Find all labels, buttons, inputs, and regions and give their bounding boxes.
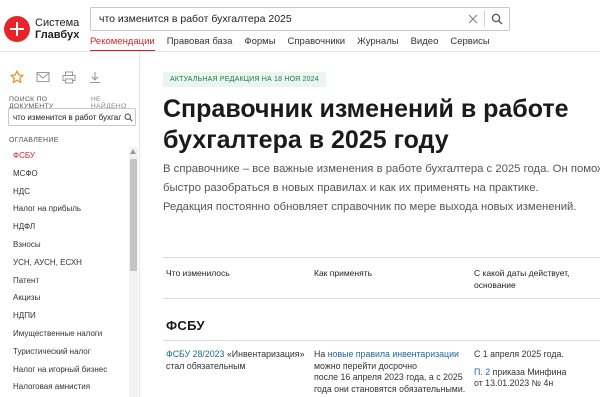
toc-item-property-taxes[interactable]: Имущественные налоги — [0, 325, 128, 343]
document-search: что изменится в работ бухгалте — [8, 108, 136, 126]
logo-text: Система Главбух — [35, 17, 79, 41]
nav-services[interactable]: Сервисы — [450, 36, 489, 52]
cell-what-text-2: стал обязательным — [166, 360, 246, 371]
scroll-thumb[interactable] — [130, 159, 137, 271]
toc-item-patent[interactable]: Патент — [0, 272, 128, 290]
new-inventory-rules-link[interactable]: новые правила инвентаризации — [328, 349, 459, 359]
nav-forms[interactable]: Формы — [244, 36, 275, 52]
lead-line-3: Редакция постоянно обновляет справочник … — [163, 201, 577, 213]
toc-item-gambling-tax[interactable]: Налог на игорный бизнес — [0, 361, 128, 379]
lead-line-2: быстро разобраться в новых правилах и ка… — [163, 182, 539, 194]
cell-date-text-1: С 1 апреля 2025 года. — [474, 349, 564, 359]
lead-paragraph: В справочнике – все важные изменения в р… — [163, 160, 600, 217]
cell-how-prefix: На — [314, 349, 328, 359]
toc-scrollbar[interactable] — [129, 147, 138, 397]
print-icon[interactable] — [61, 69, 77, 85]
nav-legal-base[interactable]: Правовая база — [167, 36, 233, 52]
column-header-date: С какой даты действует, основание — [474, 268, 570, 290]
logo[interactable]: Система Главбух — [4, 16, 79, 42]
table-top-rule — [163, 257, 600, 258]
cell-how-text-1: можно перейти досрочно — [314, 360, 418, 371]
global-search: что изменится в работ бухгалтера 2025 — [90, 7, 510, 31]
toc-item-ndfl[interactable]: НДФЛ — [0, 218, 128, 236]
toc-item-tax-amnesty[interactable]: Налоговая амнистия — [0, 378, 128, 396]
nav-recommendations[interactable]: Рекомендации — [90, 36, 155, 52]
main-nav: Рекомендации Правовая база Формы Справоч… — [90, 36, 502, 52]
cell-how: На новые правила инвентаризации можно пе… — [314, 349, 470, 395]
nav-video[interactable]: Видео — [411, 36, 439, 52]
section-rule — [163, 340, 600, 341]
order-point-link[interactable]: П. 2 — [474, 367, 490, 377]
toc-item-profit-tax[interactable]: Налог на прибыль — [0, 200, 128, 218]
cell-date-text-2: приказа Минфина — [490, 366, 567, 377]
sidebar: ПОИСК ПО ДОКУМЕНТУ НЕ НАЙДЕНО что измени… — [0, 52, 140, 397]
toc-item-nds[interactable]: НДС — [0, 183, 128, 201]
logo-cross-icon — [4, 16, 30, 42]
cell-what: ФСБУ 28/2023 «Инвентаризация» стал обяза… — [166, 349, 312, 372]
header: Система Главбух что изменится в работ бу… — [0, 0, 600, 52]
nav-journals[interactable]: Журналы — [357, 36, 399, 52]
page-title: Справочник изменений в работе бухгалтера… — [163, 95, 569, 154]
toc-item-fsbu[interactable]: ФСБУ — [0, 147, 128, 165]
cell-how-text-3: года они становятся обязательными. — [314, 383, 466, 394]
search-icon[interactable] — [485, 8, 509, 30]
scroll-up-arrow-icon[interactable] — [130, 149, 136, 154]
table-of-contents: ФСБУ МСФО НДС Налог на прибыль НДФЛ Взно… — [0, 147, 128, 397]
document-search-input[interactable]: что изменится в работ бухгалте — [9, 113, 121, 122]
fsbu-28-link[interactable]: ФСБУ 28/2023 — [166, 349, 224, 359]
section-title-fsbu: ФСБУ — [166, 318, 205, 333]
clear-icon[interactable] — [462, 8, 484, 30]
logo-line-2: Главбух — [35, 29, 80, 41]
download-icon[interactable] — [87, 69, 103, 85]
main-content: АКТУАЛЬНАЯ РЕДАКЦИЯ НА 18 НОЯ 2024 Справ… — [150, 52, 600, 397]
cell-date: С 1 апреля 2025 года. П. 2 приказа Минфи… — [474, 349, 600, 390]
search-input[interactable]: что изменится в работ бухгалтера 2025 — [91, 13, 462, 25]
cell-what-text-1: «Инвентаризация» — [224, 349, 305, 359]
toc-title: ОГЛАВЛЕНИЕ — [9, 137, 59, 144]
column-header-what: Что изменилось — [166, 268, 230, 278]
document-search-icon[interactable] — [121, 109, 135, 125]
toc-item-usn[interactable]: УСН, АУСН, ЕСХН — [0, 254, 128, 272]
toc-item-excises[interactable]: Акцизы — [0, 289, 128, 307]
edition-badge: АКТУАЛЬНАЯ РЕДАКЦИЯ НА 18 НОЯ 2024 — [163, 72, 326, 87]
toc-item-contributions[interactable]: Взносы — [0, 236, 128, 254]
toc-item-tourist-tax[interactable]: Туристический налог — [0, 343, 128, 361]
nav-references[interactable]: Справочники — [288, 36, 346, 52]
cell-how-text-2: после 16 апреля 2023 года, а с 2025 — [314, 372, 463, 382]
star-icon[interactable] — [9, 69, 25, 85]
column-header-how: Как применять — [314, 268, 373, 278]
mail-icon[interactable] — [35, 69, 51, 85]
toc-item-msfo[interactable]: МСФО — [0, 165, 128, 183]
lead-line-1: В справочнике – все важные изменения в р… — [163, 163, 600, 175]
logo-line-1: Система — [35, 17, 80, 29]
cell-date-text-3: от 13.01.2023 № 4н — [474, 378, 554, 388]
table-header-rule — [163, 298, 600, 299]
toc-item-ndpi[interactable]: НДПИ — [0, 307, 128, 325]
document-tools — [9, 69, 103, 85]
